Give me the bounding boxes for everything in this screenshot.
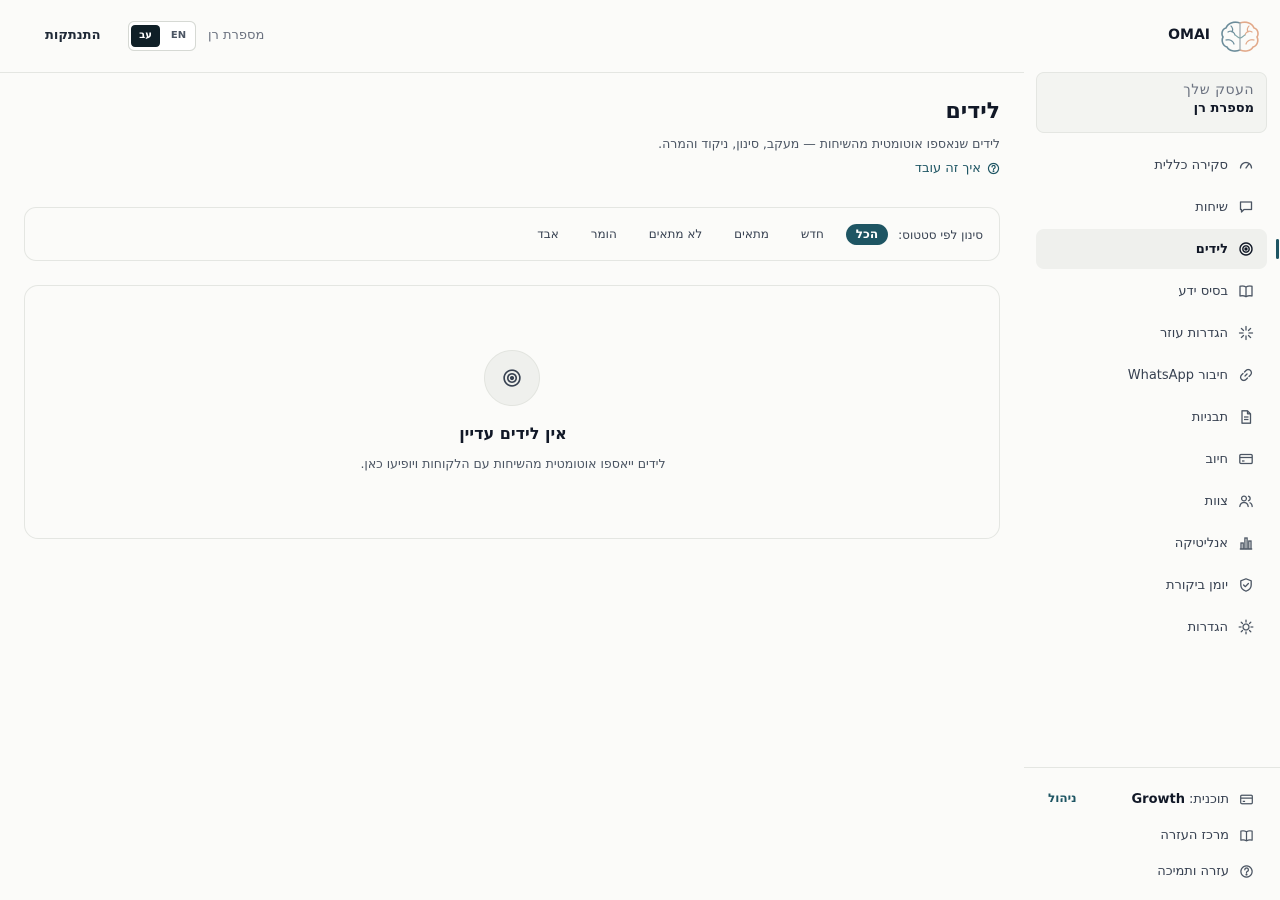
book-open-icon	[1239, 828, 1254, 843]
document-icon	[1238, 409, 1254, 425]
page-title: לידים	[945, 99, 1000, 124]
help-center-label: מרכז העזרה	[1160, 827, 1229, 843]
header-business-name: מספרת רן	[208, 28, 265, 43]
sidebar-nav: סקירה כללית שיחות לידים בסיס ידע הגדרות …	[1036, 145, 1280, 649]
page-subtitle: לידים שנאספו אוטומטית מהשיחות — מעקב, סי…	[658, 136, 1000, 151]
empty-state-card: אין לידים עדיין לידים ייאספו אוטומטית מה…	[24, 285, 1000, 539]
sidebar-item-label: שיחות	[1195, 199, 1228, 215]
filter-chip-qualified[interactable]: מתאים	[724, 224, 779, 245]
support-label: עזרה ותמיכה	[1157, 863, 1229, 879]
sidebar-footer: תוכנית: Growth ניהול מרכז העזרה עזרה ותמ…	[1024, 767, 1280, 900]
top-header: התנתקות עב EN מספרת רן	[0, 0, 1024, 73]
filter-chip-all[interactable]: הכל	[845, 224, 889, 245]
bar-chart-icon	[1238, 535, 1254, 551]
sidebar-item-conversations[interactable]: שיחות	[1036, 187, 1267, 227]
sidebar-item-label: תבניות	[1191, 409, 1228, 425]
chat-bubble-icon	[1238, 199, 1254, 215]
support-link[interactable]: עזרה ותמיכה	[1036, 857, 1267, 885]
sidebar-item-label: בסיס ידע	[1178, 283, 1228, 299]
credit-card-icon	[1238, 451, 1254, 467]
question-circle-icon	[1239, 864, 1254, 879]
target-icon	[484, 350, 540, 406]
sidebar-item-label: סקירה כללית	[1154, 157, 1228, 173]
business-card[interactable]: העסק שלך מספרת רן	[1036, 72, 1267, 133]
plan-value: Growth	[1131, 791, 1186, 807]
sidebar-item-team[interactable]: צוות	[1036, 481, 1267, 521]
filter-label: סינון לפי סטטוס:	[898, 227, 983, 242]
shield-check-icon	[1238, 577, 1254, 593]
filter-chip-lost[interactable]: אבד	[527, 224, 569, 245]
filter-chip-converted[interactable]: הומר	[581, 224, 627, 245]
book-open-icon	[1238, 283, 1254, 299]
sidebar: OMAI העסק שלך מספרת רן סקירה כללית שיחות…	[1024, 0, 1280, 900]
sidebar-item-label: צוות	[1204, 493, 1228, 509]
brand[interactable]: OMAI	[1024, 0, 1280, 72]
sidebar-item-knowledge-base[interactable]: בסיס ידע	[1036, 271, 1267, 311]
sidebar-item-label: יומן ביקורת	[1165, 577, 1228, 593]
sidebar-item-billing[interactable]: חיוב	[1036, 439, 1267, 479]
sidebar-item-overview[interactable]: סקירה כללית	[1036, 145, 1267, 185]
manage-plan-link[interactable]: ניהול	[1048, 791, 1077, 805]
question-circle-icon	[987, 162, 1000, 175]
sidebar-item-label: הגדרות	[1187, 619, 1228, 635]
sidebar-item-templates[interactable]: תבניות	[1036, 397, 1267, 437]
link-icon	[1238, 367, 1254, 383]
sidebar-item-label: חיוב	[1205, 451, 1228, 467]
help-center-link[interactable]: מרכז העזרה	[1036, 821, 1267, 849]
sidebar-item-label: הגדרות עוזר	[1159, 325, 1228, 341]
brain-icon	[1220, 20, 1260, 54]
sidebar-item-leads[interactable]: לידים	[1036, 229, 1279, 269]
brand-name: OMAI	[1168, 27, 1210, 43]
plan-info: תוכנית: Growth ניהול	[1036, 785, 1267, 813]
sidebar-item-label: לידים	[1195, 241, 1228, 257]
credit-card-icon	[1239, 792, 1254, 807]
sidebar-item-assistant-settings[interactable]: הגדרות עוזר	[1036, 313, 1267, 353]
business-card-label: העסק שלך	[1183, 82, 1254, 98]
language-toggle: עב EN	[128, 21, 196, 51]
business-card-name: מספרת רן	[1193, 101, 1254, 116]
gauge-icon	[1238, 157, 1254, 173]
filter-chip-new[interactable]: חדש	[791, 224, 834, 245]
sidebar-item-label: חיבור WhatsApp	[1127, 367, 1228, 383]
users-icon	[1238, 493, 1254, 509]
sparkle-icon	[1238, 325, 1254, 341]
sidebar-item-analytics[interactable]: אנליטיקה	[1036, 523, 1267, 563]
sidebar-item-label: אנליטיקה	[1174, 535, 1228, 551]
empty-state-title: אין לידים עדיין	[459, 424, 567, 443]
plan-label: תוכנית:	[1189, 791, 1229, 807]
sidebar-item-settings[interactable]: הגדרות	[1036, 607, 1267, 647]
target-icon	[1238, 241, 1254, 257]
sidebar-item-whatsapp[interactable]: חיבור WhatsApp	[1036, 355, 1267, 395]
status-filter-row: סינון לפי סטטוס: הכל חדש מתאים לא מתאים …	[515, 224, 983, 245]
sun-gear-icon	[1238, 619, 1254, 635]
status-filter-bar: סינון לפי סטטוס: הכל חדש מתאים לא מתאים …	[24, 207, 1000, 261]
how-it-works-label: איך זה עובד	[914, 161, 981, 176]
language-english-button[interactable]: EN	[164, 25, 193, 47]
how-it-works-link[interactable]: איך זה עובד	[915, 161, 1000, 176]
empty-state-description: לידים ייאספו אוטומטית מהשיחות עם הלקוחות…	[360, 456, 666, 471]
language-hebrew-button[interactable]: עב	[131, 25, 160, 47]
sidebar-item-audit-log[interactable]: יומן ביקורת	[1036, 565, 1267, 605]
logout-button[interactable]: התנתקות	[45, 28, 101, 43]
filter-chip-not-qualified[interactable]: לא מתאים	[639, 224, 712, 245]
